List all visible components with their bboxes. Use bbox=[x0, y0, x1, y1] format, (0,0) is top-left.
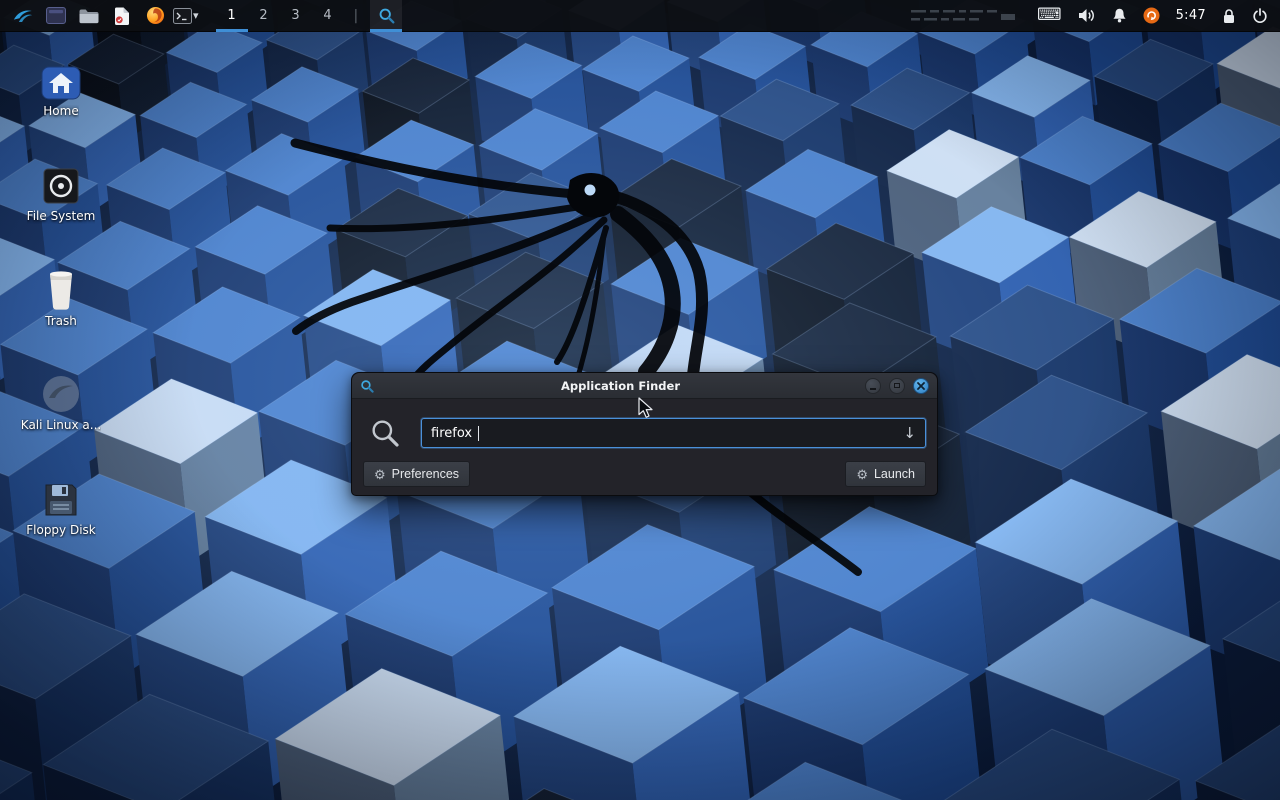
close-x-icon bbox=[917, 382, 925, 390]
desktop-icon-file-system[interactable]: File System bbox=[17, 163, 105, 224]
workspace-4[interactable]: 4 bbox=[312, 0, 344, 32]
text-editor-icon bbox=[114, 7, 130, 25]
workspace-3[interactable]: 3 bbox=[280, 0, 312, 32]
application-finder-window: Application Finder bbox=[351, 372, 938, 496]
screen-lock-icon[interactable] bbox=[1222, 8, 1236, 24]
floppy-disk-icon bbox=[42, 477, 80, 519]
system-monitor-widget bbox=[909, 5, 1021, 27]
kali-logo-icon bbox=[12, 5, 34, 27]
desktop-icon-label: Floppy Disk bbox=[26, 524, 96, 538]
app-window-launcher[interactable] bbox=[41, 1, 71, 31]
launch-button[interactable]: ⚙ Launch bbox=[845, 461, 926, 487]
file-manager-launcher[interactable] bbox=[74, 1, 104, 31]
panel-left: ▾ 1 2 3 4 | bbox=[8, 0, 402, 31]
gear-icon: ⚙ bbox=[374, 468, 386, 481]
search-input-value: firefox bbox=[431, 426, 472, 441]
desktop-root: ▾ 1 2 3 4 | bbox=[0, 0, 1280, 800]
volume-icon[interactable] bbox=[1078, 8, 1096, 23]
desktop-icon-label: Trash bbox=[45, 315, 77, 329]
kali-docs-icon bbox=[41, 372, 81, 414]
status-update-icon[interactable] bbox=[1143, 7, 1160, 24]
app-window-icon bbox=[46, 7, 66, 24]
workspace-2[interactable]: 2 bbox=[248, 0, 280, 32]
file-system-drive-icon bbox=[42, 163, 80, 205]
keyboard-icon[interactable]: ⌨ bbox=[1037, 7, 1062, 24]
clock[interactable]: 5:47 bbox=[1176, 8, 1206, 23]
workspace-switcher: 1 2 3 4 bbox=[216, 0, 344, 31]
terminal-icon bbox=[173, 8, 192, 24]
preferences-button-label: Preferences bbox=[392, 467, 459, 481]
close-button[interactable] bbox=[913, 378, 929, 394]
terminal-launcher[interactable]: ▾ bbox=[173, 8, 199, 24]
desktop-icon-floppy-disk[interactable]: Floppy Disk bbox=[17, 477, 105, 538]
titlebar[interactable]: Application Finder bbox=[352, 373, 937, 399]
window-title: Application Finder bbox=[376, 379, 865, 393]
preferences-button[interactable]: ⚙ Preferences bbox=[363, 461, 470, 487]
panel-right: ⌨ 5:47 bbox=[909, 0, 1272, 31]
trash-icon bbox=[44, 268, 78, 310]
desktop-icon-list: Home File System Trash bbox=[17, 58, 105, 538]
file-manager-icon bbox=[79, 8, 99, 24]
chevron-down-icon[interactable]: ↓ bbox=[903, 426, 916, 441]
firefox-icon bbox=[146, 6, 165, 25]
run-gear-icon: ⚙ bbox=[856, 468, 868, 481]
mouse-cursor bbox=[637, 397, 657, 419]
text-editor-launcher[interactable] bbox=[107, 1, 137, 31]
search-input[interactable]: firefox ↓ bbox=[421, 418, 926, 448]
search-icon-large bbox=[363, 417, 407, 449]
desktop-icon-label: Kali Linux a... bbox=[21, 419, 101, 433]
desktop-icon-home[interactable]: Home bbox=[17, 58, 105, 119]
minimize-button[interactable] bbox=[865, 378, 881, 394]
top-panel: ▾ 1 2 3 4 | bbox=[0, 0, 1280, 32]
panel-separator: | bbox=[354, 8, 359, 24]
search-icon bbox=[378, 7, 395, 24]
workspace-1[interactable]: 1 bbox=[216, 0, 248, 32]
desktop-icon-kali-linux[interactable]: Kali Linux a... bbox=[17, 372, 105, 433]
desktop-icon-label: File System bbox=[27, 210, 96, 224]
kali-menu-button[interactable] bbox=[8, 1, 38, 31]
home-folder-icon bbox=[41, 58, 81, 100]
window-search-icon bbox=[360, 379, 376, 393]
notifications-bell-icon[interactable] bbox=[1112, 8, 1127, 23]
firefox-launcher[interactable] bbox=[140, 1, 170, 31]
power-icon[interactable] bbox=[1252, 8, 1268, 24]
launch-button-label: Launch bbox=[874, 467, 915, 481]
text-caret bbox=[478, 426, 479, 441]
maximize-button[interactable] bbox=[889, 378, 905, 394]
terminal-dropdown-icon[interactable]: ▾ bbox=[193, 10, 199, 21]
desktop-icon-label: Home bbox=[43, 105, 78, 119]
taskbar-application-finder[interactable] bbox=[370, 0, 402, 32]
desktop-icon-trash[interactable]: Trash bbox=[17, 268, 105, 329]
